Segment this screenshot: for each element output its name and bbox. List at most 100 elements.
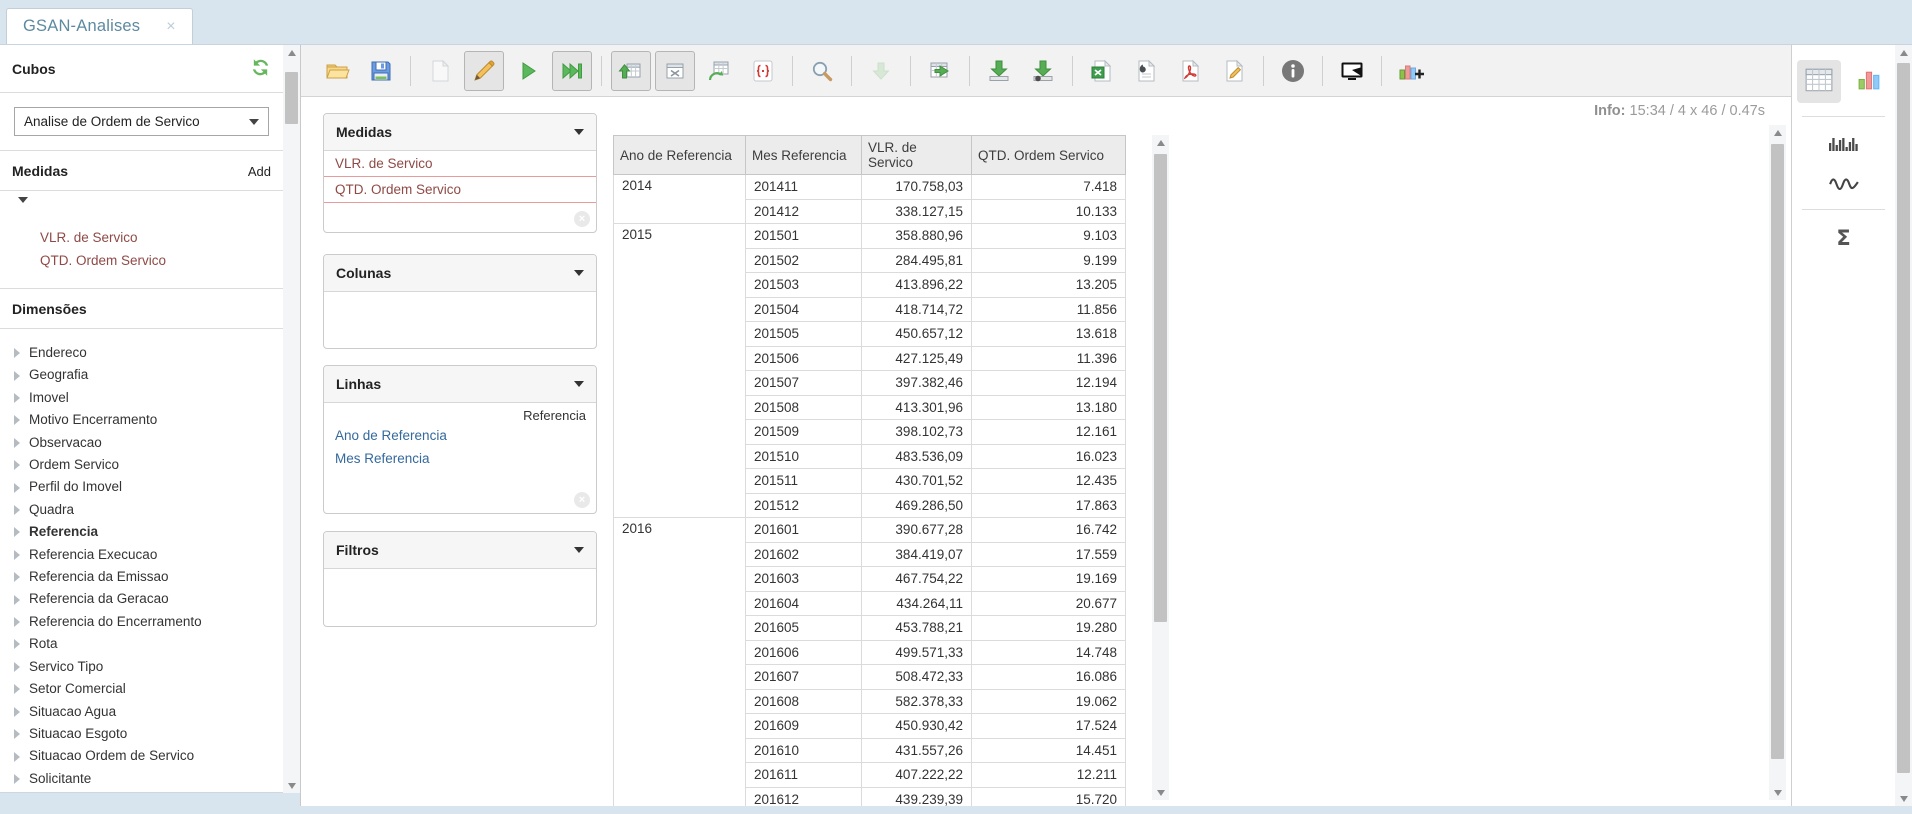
expand-arrow-icon[interactable] [14, 707, 20, 717]
scroll-down-button[interactable] [1152, 785, 1169, 800]
pivot-month-cell[interactable]: 201511 [746, 469, 862, 494]
table-scrollbar[interactable] [1152, 135, 1169, 800]
expand-arrow-icon[interactable] [14, 595, 20, 605]
pivot-month-cell[interactable]: 201512 [746, 493, 862, 518]
pivot-month-cell[interactable]: 201503 [746, 273, 862, 298]
cube-select[interactable]: Analise de Ordem de Servico [14, 107, 269, 136]
pivot-month-cell[interactable]: 201609 [746, 714, 862, 739]
histogram-chart-button[interactable] [1827, 133, 1861, 156]
dimension-item[interactable]: Geografia [14, 364, 283, 386]
zone-level-item[interactable]: Mes Referencia [324, 447, 596, 470]
zone-linhas-header[interactable]: Linhas [324, 366, 596, 403]
dimension-item[interactable]: Setor Comercial [14, 678, 283, 700]
open-folder-button[interactable] [317, 51, 357, 91]
expand-arrow-icon[interactable] [14, 505, 20, 515]
pivot-month-cell[interactable]: 201509 [746, 420, 862, 445]
dimension-item[interactable]: Situacao Agua [14, 701, 283, 723]
scroll-up-button[interactable] [1769, 125, 1786, 140]
dimension-item[interactable]: Referencia do Encerramento [14, 611, 283, 633]
run-button[interactable] [508, 51, 548, 91]
scroll-down-button[interactable] [1895, 791, 1912, 806]
dimension-item[interactable]: Ordem Servico [14, 454, 283, 476]
tab-close-icon[interactable]: × [166, 19, 175, 35]
new-file-button[interactable] [420, 51, 460, 91]
pivot-year-cell[interactable]: 2014 [614, 175, 746, 224]
pivot-month-cell[interactable]: 201611 [746, 763, 862, 788]
scroll-up-button[interactable] [1152, 135, 1169, 150]
measure-item[interactable]: VLR. de Servico [0, 226, 283, 249]
zone-colunas-header[interactable]: Colunas [324, 255, 596, 292]
dimension-item[interactable]: Perfil do Imovel [14, 476, 283, 498]
pivot-month-cell[interactable]: 201610 [746, 738, 862, 763]
report-edit-button[interactable] [1214, 51, 1254, 91]
expand-arrow-icon[interactable] [14, 348, 20, 358]
zone-measure-item[interactable]: VLR. de Servico [324, 151, 596, 177]
expand-arrow-icon[interactable] [14, 639, 20, 649]
scrollbar-thumb[interactable] [1154, 154, 1167, 622]
pivot-year-cell[interactable]: 2016 [614, 518, 746, 807]
info-button[interactable] [1273, 51, 1313, 91]
aggregate-sigma-button[interactable]: Σ [1836, 226, 1850, 250]
chart-view-button[interactable] [1849, 59, 1890, 103]
dimension-item[interactable]: Situacao Ordem de Servico [14, 745, 283, 767]
pivot-month-cell[interactable]: 201502 [746, 248, 862, 273]
pivot-month-cell[interactable]: 201508 [746, 395, 862, 420]
zone-measure-item[interactable]: QTD. Ordem Servico [324, 177, 596, 203]
refresh-cubes-icon[interactable] [250, 57, 271, 81]
zone-level-item[interactable]: Ano de Referencia [324, 424, 596, 447]
save-button[interactable] [361, 51, 401, 91]
scroll-down-button[interactable] [283, 778, 300, 793]
add-measure-button[interactable]: Add [248, 164, 271, 179]
edit-pencil-button[interactable] [464, 51, 504, 91]
expand-arrow-icon[interactable] [14, 483, 20, 493]
export-rtf-button[interactable] [1126, 51, 1166, 91]
expand-arrow-icon[interactable] [14, 393, 20, 403]
dimension-item[interactable]: Servico Tipo [14, 656, 283, 678]
dimension-item[interactable]: Referencia da Emissao [14, 566, 283, 588]
add-chart-button[interactable] [1391, 51, 1431, 91]
scroll-up-button[interactable] [1895, 45, 1912, 60]
pivot-month-cell[interactable]: 201411 [746, 175, 862, 200]
measure-item[interactable]: QTD. Ordem Servico [0, 249, 283, 272]
dimension-item[interactable]: Observacao [14, 432, 283, 454]
pivot-month-cell[interactable]: 201607 [746, 665, 862, 690]
expand-arrow-icon[interactable] [14, 617, 20, 627]
dimension-item[interactable]: Solicitante [14, 768, 283, 790]
pivot-month-cell[interactable]: 201604 [746, 591, 862, 616]
show-mdx-button[interactable] [743, 51, 783, 91]
export-excel-button[interactable] [1082, 51, 1122, 91]
pivot-month-cell[interactable]: 201605 [746, 616, 862, 641]
scroll-up-button[interactable] [283, 45, 300, 60]
pivot-month-cell[interactable]: 201606 [746, 640, 862, 665]
pivot-month-cell[interactable]: 201612 [746, 787, 862, 806]
dimension-item[interactable]: Endereco [14, 342, 283, 364]
expand-arrow-icon[interactable] [14, 550, 20, 560]
pivot-month-cell[interactable]: 201608 [746, 689, 862, 714]
pivot-month-cell[interactable]: 201506 [746, 346, 862, 371]
pivot-year-cell[interactable]: 2015 [614, 224, 746, 518]
measures-collapse-toggle[interactable] [18, 203, 30, 218]
drill-table-up-button[interactable] [611, 51, 651, 91]
pivot-month-cell[interactable]: 201507 [746, 371, 862, 396]
scrollbar-thumb[interactable] [285, 72, 298, 124]
content-scrollbar[interactable] [1769, 125, 1786, 800]
dimension-item[interactable]: Rota [14, 633, 283, 655]
dimension-item[interactable]: Referencia [14, 521, 283, 543]
dimension-item[interactable]: Situacao Esgoto [14, 723, 283, 745]
export-pdf-button[interactable] [1170, 51, 1210, 91]
zone-filtros-header[interactable]: Filtros [324, 532, 596, 569]
export-down-alt-button[interactable] [1023, 51, 1063, 91]
export-table-button[interactable] [920, 51, 960, 91]
dimension-item[interactable]: Referencia da Geracao [14, 588, 283, 610]
expand-arrow-icon[interactable] [14, 415, 20, 425]
scrollbar-thumb[interactable] [1897, 63, 1910, 773]
pivot-month-cell[interactable]: 201510 [746, 444, 862, 469]
drill-through-button[interactable] [861, 51, 901, 91]
expand-arrow-icon[interactable] [14, 774, 20, 784]
expand-arrow-icon[interactable] [14, 438, 20, 448]
zone-medidas-header[interactable]: Medidas [324, 114, 596, 151]
dimension-item[interactable]: Imovel [14, 387, 283, 409]
line-chart-button[interactable] [1828, 172, 1860, 193]
dimension-item[interactable]: Quadra [14, 499, 283, 521]
pivot-month-cell[interactable]: 201601 [746, 518, 862, 543]
